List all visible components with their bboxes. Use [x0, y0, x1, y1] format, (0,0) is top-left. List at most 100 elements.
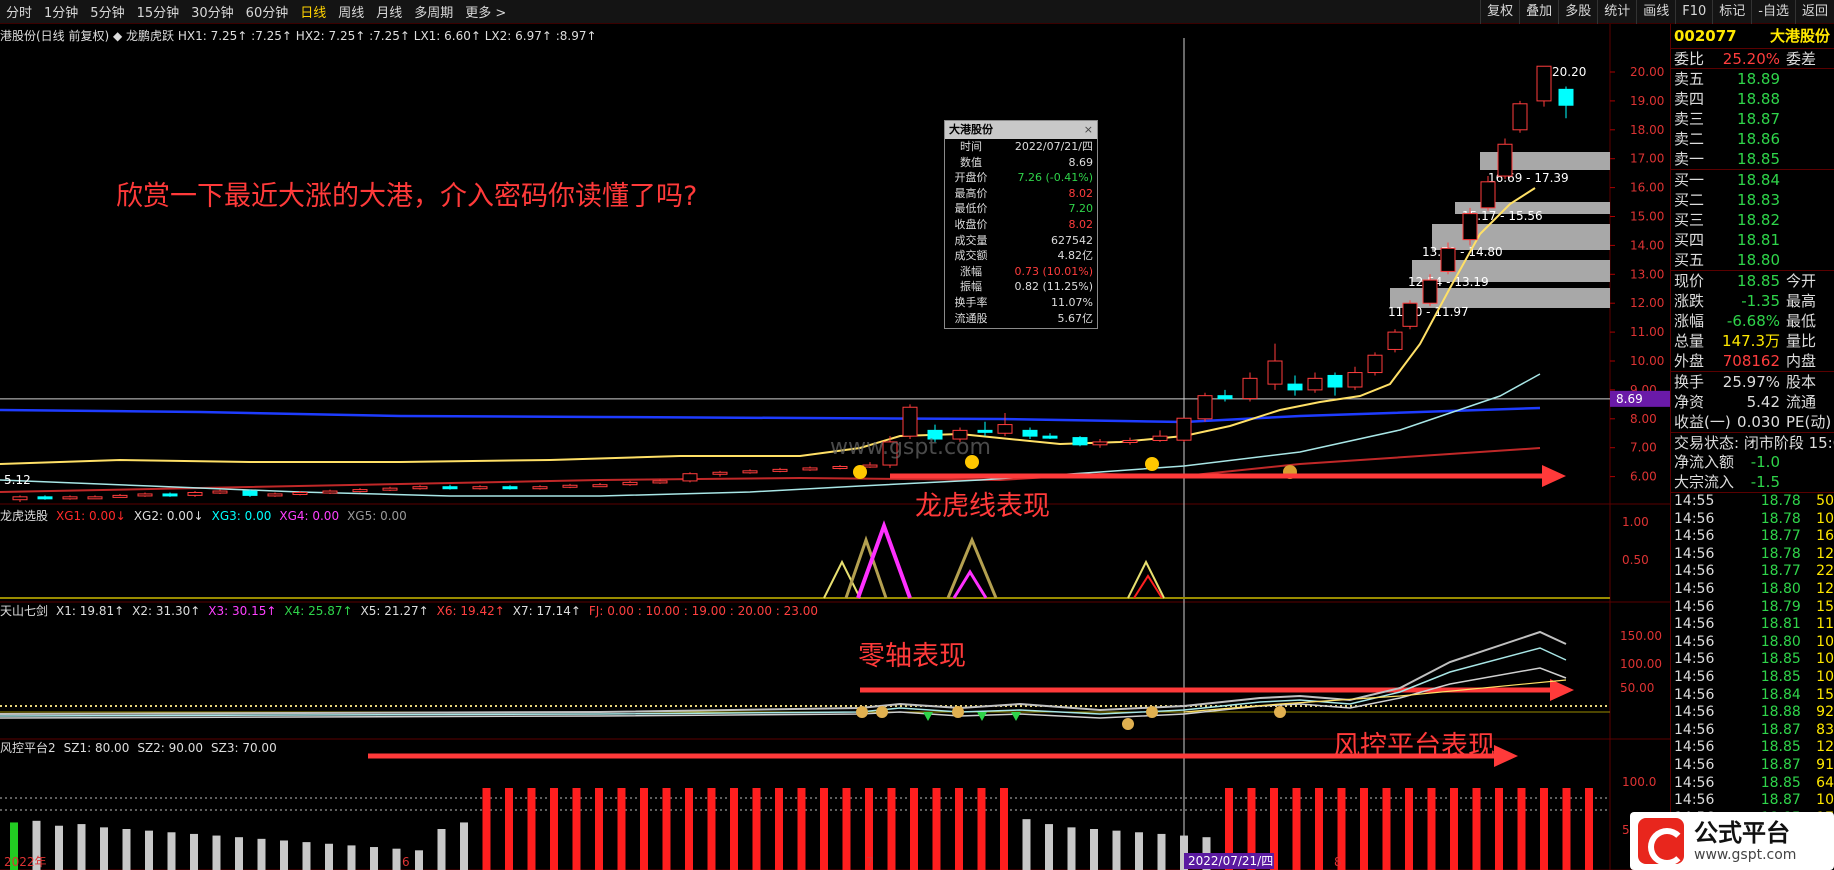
risk-bar — [1472, 788, 1481, 870]
quote-spacer — [1786, 170, 1830, 190]
period-tab[interactable]: 多周期 — [408, 2, 459, 21]
tick-volume: 16 — [1816, 528, 1834, 545]
quote-label: 净流入额 — [1674, 453, 1735, 471]
risk-bar — [460, 822, 468, 870]
ind1-axis-label: 0.50 — [1622, 553, 1649, 567]
tick-time: 14:56 — [1674, 756, 1715, 773]
kline-chart-area[interactable]: 20.00 19.00 18.00 17.00 16.00 15.00 14.00 13.00… — [0, 24, 1670, 870]
risk-bar — [1135, 832, 1143, 870]
tool-button[interactable]: 多股 — [1558, 0, 1597, 24]
quote-value: 708162 — [1722, 352, 1780, 370]
tooltip-key: 流通股 — [954, 311, 988, 325]
tick-volume: 64 — [1816, 774, 1834, 791]
period-tab[interactable]: 30分钟 — [185, 2, 240, 21]
candle-body — [212, 490, 228, 494]
risk-bar — [280, 840, 288, 870]
risk-bar — [797, 788, 806, 870]
quote-label-2: 最低 — [1786, 312, 1817, 330]
period-tab[interactable]: 15分钟 — [131, 2, 186, 21]
tick-list[interactable]: 14:55 18.78 50 14:56 18.78 10 14:56 18.77 16 14:5… — [1671, 492, 1834, 827]
risk-arrow-head — [1494, 745, 1518, 767]
candle-body — [352, 489, 368, 493]
tick-time: 14:56 — [1674, 792, 1715, 809]
quote-label-2: 内盘 — [1786, 352, 1817, 370]
candle-body — [1267, 360, 1283, 385]
tool-button[interactable]: 返回 — [1794, 0, 1834, 24]
risk-bar — [212, 835, 221, 870]
period-tab[interactable]: 月线 — [370, 2, 408, 21]
period-tab[interactable]: 更多 > — [459, 2, 512, 21]
quote-value: 0.030 — [1737, 413, 1780, 431]
period-tab[interactable]: 周线 — [332, 2, 370, 21]
quote-panel: 002077 大港股份 委比 25.20% 委差 卖五 18.89 卖四 18.88 卖… — [1670, 24, 1834, 870]
tick-row: 14:56 18.85 12 — [1671, 739, 1834, 757]
close-icon[interactable]: × — [1084, 121, 1093, 139]
quote-spacer — [1786, 190, 1830, 210]
risk-bar — [257, 838, 266, 870]
ind1-triangle — [844, 535, 888, 599]
platform-label: 12.54 - 13.19 — [1408, 275, 1489, 289]
tick-time: 14:56 — [1674, 528, 1715, 545]
tick-time: 14:56 — [1674, 545, 1715, 562]
tool-button[interactable]: F10 — [1675, 0, 1712, 24]
indicator-value: X2: 31.30↑ — [132, 604, 201, 618]
candle-body — [62, 496, 78, 500]
quote-value: -1.5 — [1750, 473, 1780, 491]
tick-volume: 22 — [1816, 563, 1834, 580]
price-label: 7.00 — [1630, 441, 1657, 455]
tooltip-key: 换手率 — [954, 295, 988, 309]
ind2-axis-label: 150.00 — [1620, 629, 1662, 643]
tick-row: 14:56 18.85 10 — [1671, 669, 1834, 687]
tooltip-row: 最高价 8.02 — [945, 186, 1097, 202]
tooltip-value: 7.26 (-0.41%) — [1017, 171, 1094, 185]
tooltip-title: 大港股份 — [949, 123, 993, 136]
ma-short-line — [0, 187, 1536, 465]
tooltip-value: 11.07% — [1051, 295, 1093, 309]
quote-label: 换手 — [1674, 373, 1705, 391]
period-tab[interactable]: 1分钟 — [38, 2, 84, 21]
indicator-value: X7: 17.14↑ — [512, 604, 581, 618]
down-arrow-icon — [977, 712, 987, 721]
quote-label: 总量 — [1674, 332, 1705, 350]
risk-bar — [55, 825, 63, 870]
candle-body — [87, 496, 103, 500]
candle-body — [977, 429, 993, 433]
candle-body — [1197, 395, 1213, 420]
price-label: 20.00 — [1630, 65, 1664, 79]
tick-row: 14:56 18.81 11 — [1671, 616, 1834, 634]
tool-button[interactable]: -自选 — [1751, 0, 1795, 24]
ind1-triangle — [952, 569, 988, 599]
headline-annotation: 欣赏一下最近大涨的大港，介入密码你读懂了吗? — [116, 181, 698, 212]
tooltip-row: 振幅 0.82 (11.25%) — [945, 279, 1097, 295]
high-label: 20.20 — [1552, 65, 1586, 79]
weibi-value: 25.20% — [1722, 50, 1780, 68]
risk-bar — [235, 837, 243, 870]
period-tab[interactable]: 日线 — [294, 2, 332, 21]
quote-row: 大宗流入 -1.5 — [1671, 472, 1834, 492]
tooltip-key: 振幅 — [960, 280, 982, 294]
period-tab[interactable]: 60分钟 — [240, 2, 295, 21]
tooltip-value: 2022/07/21/四 — [1014, 140, 1093, 153]
quote-row: 卖三 18.87 — [1671, 109, 1834, 129]
quote-label: 现价 — [1674, 272, 1705, 290]
quote-value: 18.80 — [1737, 251, 1780, 269]
tool-button[interactable]: 标记 — [1712, 0, 1751, 24]
tool-button[interactable]: 叠加 — [1519, 0, 1558, 24]
tick-volume: 50 — [1816, 493, 1834, 509]
quote-spacer — [1786, 69, 1830, 89]
tool-button[interactable]: 复权 — [1480, 0, 1519, 24]
tool-button[interactable]: 画线 — [1636, 0, 1675, 24]
tick-row: 14:56 18.80 10 — [1671, 634, 1834, 652]
period-tab[interactable]: 分时 — [0, 2, 38, 21]
date-label: 2022年 — [4, 855, 47, 869]
period-tab[interactable]: 5分钟 — [84, 2, 130, 21]
price-label: 19.00 — [1630, 94, 1664, 108]
risk-bar — [415, 850, 423, 870]
tick-price: 18.87 — [1760, 756, 1801, 773]
ind1-header: 龙虎选股 XG1: 0.00↓ XG2: 0.00↓ XG3: 0.00 XG4: 0.… — [0, 507, 415, 524]
risk-bar — [1405, 788, 1413, 870]
candle-body — [1287, 383, 1303, 391]
tool-button[interactable]: 统计 — [1597, 0, 1636, 24]
ind3-header: 风控平台2 SZ1: 80.00 SZ2: 90.00 SZ3: 70.00 — [0, 739, 285, 756]
quote-spacer — [1786, 250, 1830, 270]
